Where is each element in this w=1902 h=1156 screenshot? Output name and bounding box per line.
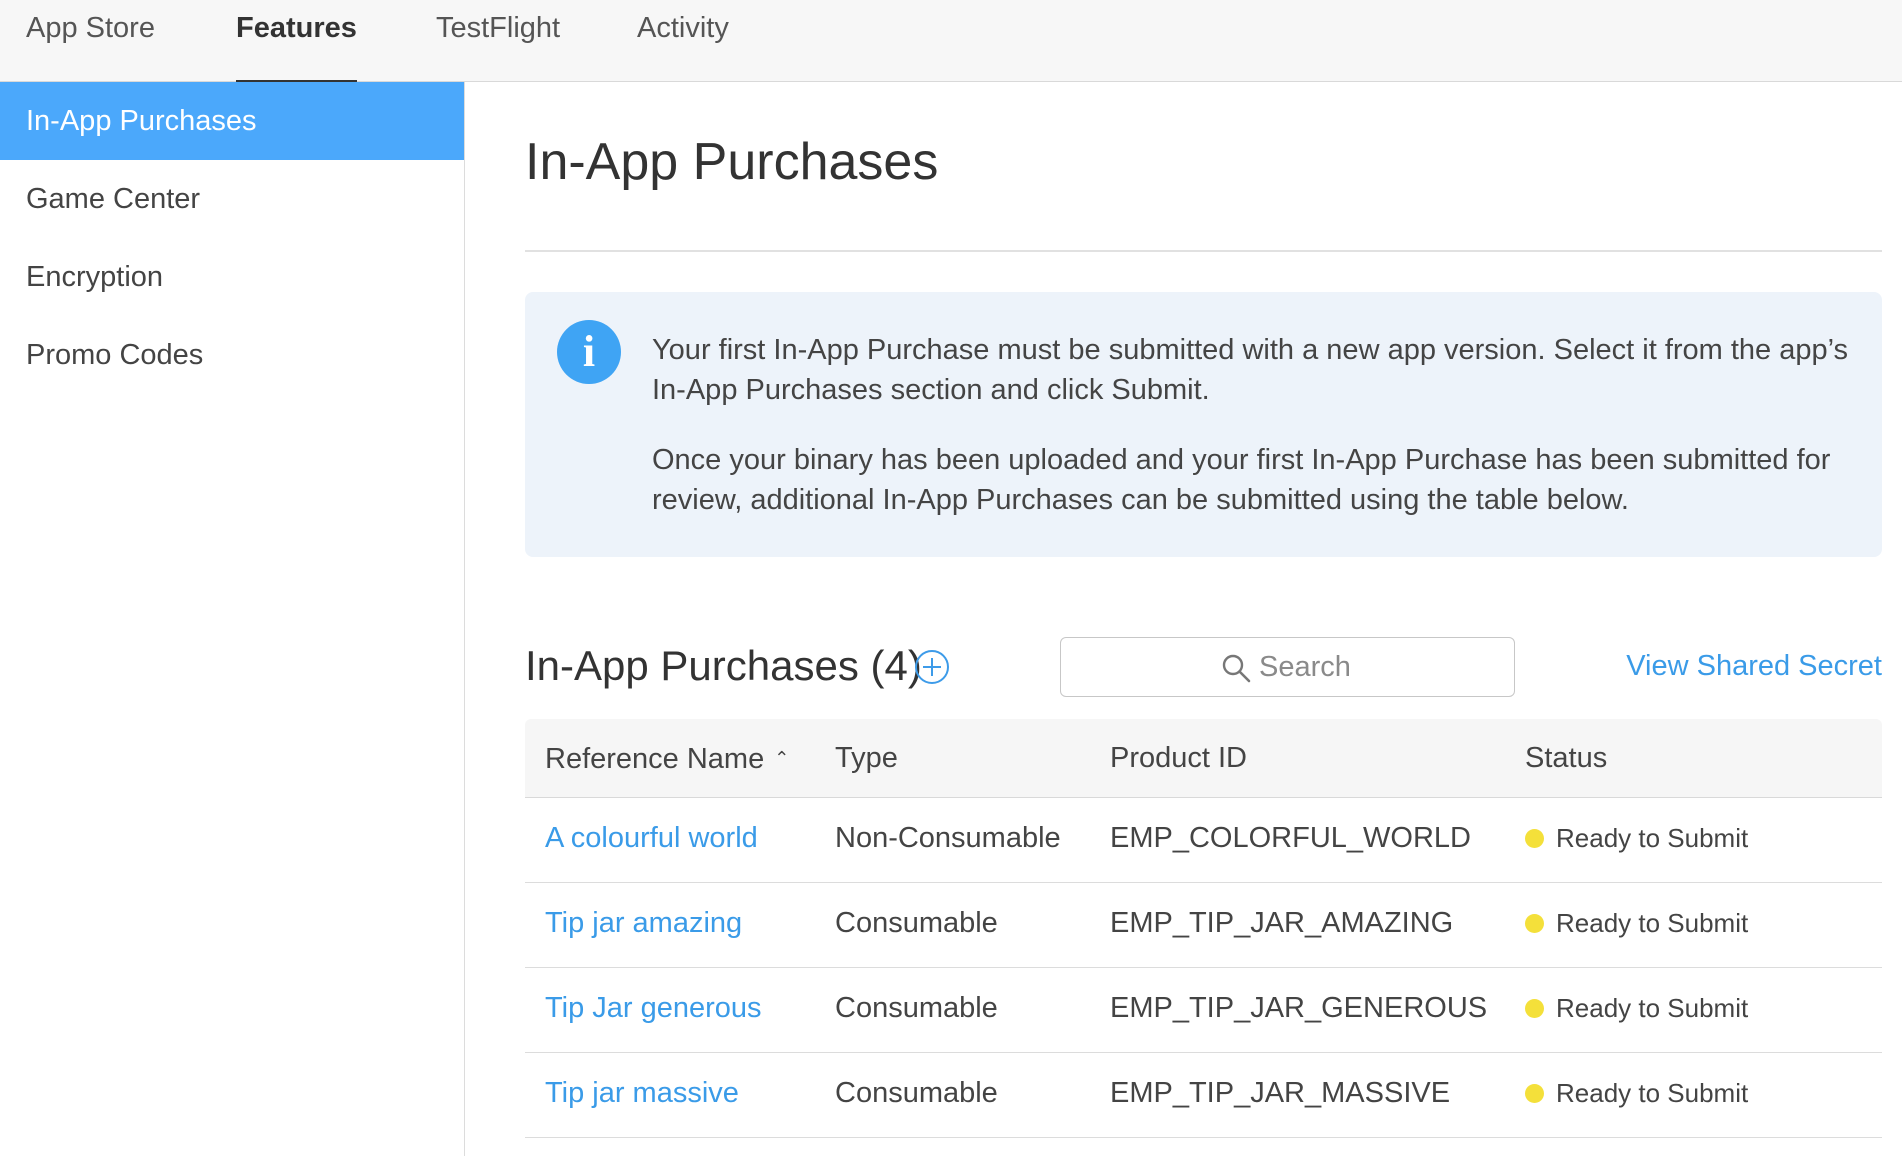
search-input[interactable] xyxy=(1257,638,1501,696)
sort-ascending-icon[interactable]: ⌃ xyxy=(774,719,789,797)
page-title: In-App Purchases xyxy=(525,133,939,191)
sidebar-item-encryption[interactable]: Encryption xyxy=(0,238,464,316)
tab-activity[interactable]: Activity xyxy=(637,0,729,82)
section-title: In-App Purchases (4) xyxy=(525,642,922,689)
table-row: Tip jar massive Consumable EMP_TIP_JAR_M… xyxy=(525,1053,1882,1138)
table-row: A colourful world Non-Consumable EMP_COL… xyxy=(525,798,1882,883)
reference-name-link[interactable]: Tip jar amazing xyxy=(545,883,742,963)
column-header-product-id: Product ID xyxy=(1110,742,1247,774)
status-cell: Ready to Submit xyxy=(1525,883,1748,963)
status-cell: Ready to Submit xyxy=(1525,968,1748,1048)
table-header: Reference Name ⌃ Type Product ID Status xyxy=(525,719,1882,798)
sidebar-item-game-center[interactable]: Game Center xyxy=(0,160,464,238)
product-id-cell: EMP_TIP_JAR_GENEROUS xyxy=(1110,992,1488,1024)
divider xyxy=(525,250,1882,252)
column-header-label: Reference Name xyxy=(545,743,765,775)
status-cell: Ready to Submit xyxy=(1525,1053,1748,1133)
status-dot-icon xyxy=(1525,914,1544,933)
sidebar-item-in-app-purchases[interactable]: In-App Purchases xyxy=(0,82,464,160)
add-in-app-purchase-icon[interactable] xyxy=(915,650,949,684)
tab-testflight[interactable]: TestFlight xyxy=(436,0,560,82)
status-dot-icon xyxy=(1525,999,1544,1018)
type-cell: Consumable xyxy=(835,992,998,1024)
product-id-cell: EMP_TIP_JAR_AMAZING xyxy=(1110,907,1454,939)
reference-name-link[interactable]: A colourful world xyxy=(545,798,758,878)
top-navigation: App Store Features TestFlight Activity xyxy=(0,0,1902,82)
in-app-purchases-table: Reference Name ⌃ Type Product ID Status A… xyxy=(525,719,1882,1138)
status-label: Ready to Submit xyxy=(1556,823,1749,853)
column-header-type: Type xyxy=(835,742,898,774)
info-text: Your first In-App Purchase must be submi… xyxy=(652,330,1852,550)
status-label: Ready to Submit xyxy=(1556,1078,1749,1108)
status-dot-icon xyxy=(1525,1084,1544,1103)
column-header-reference-name[interactable]: Reference Name ⌃ xyxy=(545,719,789,798)
tab-app-store[interactable]: App Store xyxy=(26,0,155,82)
type-cell: Consumable xyxy=(835,907,998,939)
type-cell: Non-Consumable xyxy=(835,822,1061,854)
status-label: Ready to Submit xyxy=(1556,993,1749,1023)
sidebar-item-promo-codes[interactable]: Promo Codes xyxy=(0,316,464,394)
info-paragraph-2: Once your binary has been uploaded and y… xyxy=(652,444,1831,516)
product-id-cell: EMP_COLORFUL_WORLD xyxy=(1110,822,1471,854)
status-cell: Ready to Submit xyxy=(1525,798,1748,878)
status-label: Ready to Submit xyxy=(1556,908,1749,938)
table-row: Tip jar amazing Consumable EMP_TIP_JAR_A… xyxy=(525,883,1882,968)
reference-name-link[interactable]: Tip jar massive xyxy=(545,1053,739,1133)
status-dot-icon xyxy=(1525,829,1544,848)
search-icon xyxy=(1222,654,1251,683)
tab-features[interactable]: Features xyxy=(236,0,357,82)
info-paragraph-1: Your first In-App Purchase must be submi… xyxy=(652,334,1849,406)
reference-name-link[interactable]: Tip Jar generous xyxy=(545,968,762,1048)
view-shared-secret-link[interactable]: View Shared Secret xyxy=(1626,650,1882,683)
product-id-cell: EMP_TIP_JAR_MASSIVE xyxy=(1110,1077,1451,1109)
info-icon: i xyxy=(557,320,621,384)
table-row: Tip Jar generous Consumable EMP_TIP_JAR_… xyxy=(525,968,1882,1053)
type-cell: Consumable xyxy=(835,1077,998,1109)
search-field[interactable] xyxy=(1060,637,1515,697)
column-header-status: Status xyxy=(1525,742,1608,774)
sidebar: In-App Purchases Game Center Encryption … xyxy=(0,82,465,1156)
info-banner: i Your first In-App Purchase must be sub… xyxy=(525,292,1882,557)
